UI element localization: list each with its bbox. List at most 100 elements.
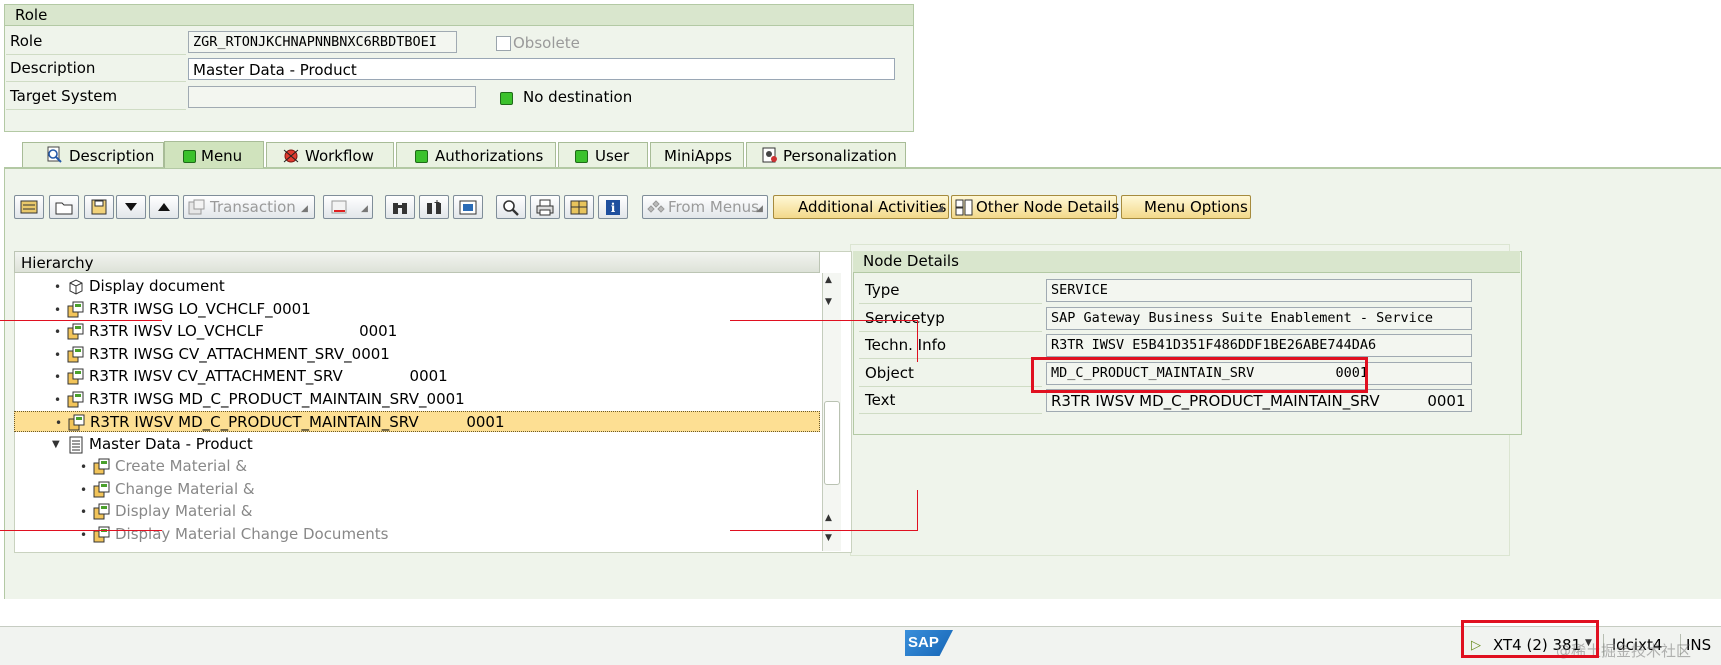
from-menus-button[interactable]: From Menus ◢ [642,195,768,219]
transaction-label: Transaction [210,198,296,216]
from-menus-icon [647,200,665,213]
transaction-icon [188,199,205,215]
transaction-icon [67,346,84,362]
svg-text:i: i [611,201,616,215]
destination-status-icon [500,92,513,105]
tree-item[interactable]: • Create Material & [14,456,820,477]
tree-item-label: Display document [89,277,225,295]
additional-activities-button[interactable]: Additional Activities ◢ [773,195,949,219]
expand-toggle-icon[interactable]: ▼ [52,439,60,450]
toolbar-button-detail[interactable] [453,195,483,219]
toolbar-button-layout[interactable] [564,195,594,219]
detail-view-icon [459,200,477,215]
dropdown-arrow-icon: ◢ [361,204,368,214]
tree-item-label: Display Material & [115,502,253,520]
tab-workflow[interactable]: Workflow [266,142,394,167]
magnifier-doc-icon [47,146,62,163]
folder-icon [55,202,73,215]
tree-bullet: • [54,347,62,362]
destination-status-text: No destination [523,88,633,106]
tab-user[interactable]: User [558,142,648,167]
node-details-icon [955,199,973,216]
toolbar-button-delete[interactable]: ◢ [323,195,373,219]
led-green-icon [575,150,588,163]
scroll-up-icon[interactable]: ▲ [825,275,832,285]
tree-item-label: Create Material & [115,457,248,475]
layout-icon [570,200,588,215]
dropdown-arrow-icon: ◢ [936,204,943,214]
tree-item-label: R3TR IWSV CV_ATTACHMENT_SRV 0001 [89,367,448,385]
dropdown-arrow-icon: ◢ [756,204,763,214]
tree-item-label: R3TR IWSV LO_VCHCLF 0001 [89,322,398,340]
hierarchy-header: Hierarchy [14,251,820,273]
role-group-title: Role [5,5,913,26]
transaction-icon [67,391,84,407]
tab-authorizations[interactable]: Authorizations [396,142,556,167]
obsolete-checkbox[interactable] [496,36,511,51]
tab-personalization[interactable]: Personalization [746,142,906,167]
transaction-icon [67,323,84,340]
tree-item[interactable]: • R3TR IWSV LO_VCHCLF 0001 [14,321,820,342]
tab-label: User [595,147,630,165]
other-node-details-button[interactable]: Other Node Details [951,195,1120,219]
tree-item[interactable]: • Display Material & [14,501,820,522]
tree-item[interactable]: • Change Material & [14,479,820,500]
tree-item-label: R3TR IWSG LO_VCHCLF_0001 [89,299,311,318]
techn-info-label: Techn. Info [859,332,1042,359]
annotation-line [917,490,918,531]
scroll-down-icon[interactable]: ▼ [825,297,832,307]
arrow-down-icon [125,203,137,211]
tree-item[interactable]: • R3TR IWSG LO_VCHCLF_0001 [14,299,820,320]
tab-description[interactable]: Description [22,142,164,167]
toolbar-button-display[interactable] [14,195,44,219]
tree-item[interactable]: • Display Material Change Documents [14,524,820,545]
transaction-button[interactable]: Transaction ◢ [183,195,315,219]
tab-label: Workflow [305,147,374,165]
tree-item-label: Master Data - Product [89,434,253,453]
servicetyp-field: SAP Gateway Business Suite Enablement - … [1046,307,1472,330]
additional-activities-label: Additional Activities [798,198,947,216]
tree-item[interactable]: • R3TR IWSV MD_C_PRODUCT_MAINTAIN_SRV 000… [14,411,820,432]
toolbar-button-find-next[interactable] [419,195,449,219]
led-green-icon [183,150,196,163]
tree-display-icon [20,200,38,214]
tree-folder[interactable]: ▼ Master Data - Product [14,434,820,455]
delete-node-icon [331,200,347,214]
tree-item[interactable]: • R3TR IWSG CV_ATTACHMENT_SRV_0001 [14,344,820,365]
tree-item[interactable]: • R3TR IWSV CV_ATTACHMENT_SRV 0001 [14,366,820,387]
tree-item[interactable]: • R3TR IWSG MD_C_PRODUCT_MAINTAIN_SRV_000… [14,389,820,410]
toolbar-button-move-up[interactable] [149,195,179,219]
scroll-thumb[interactable] [824,401,840,485]
tab-label: Menu [201,147,243,165]
description-field[interactable]: Master Data - Product [188,58,895,80]
menu-options-label: Menu Options [1144,198,1248,216]
tab-miniapps[interactable]: MiniApps [650,142,744,167]
annotation-line [0,530,162,531]
toolbar-button-find[interactable] [385,195,415,219]
scroll-up-icon[interactable]: ▲ [825,513,832,523]
target-system-field[interactable] [188,86,476,108]
toolbar-button-move-down[interactable] [116,195,146,219]
scroll-down-icon[interactable]: ▼ [825,533,832,543]
tree-item[interactable]: • Display document [14,276,820,297]
system-highlight-box [1461,620,1599,658]
toolbar-button-folder[interactable] [49,195,79,219]
type-field: SERVICE [1046,279,1472,302]
transaction-icon [67,368,84,385]
toolbar-button-save[interactable] [84,195,114,219]
toolbar-button-print[interactable] [530,195,560,219]
transaction-icon [93,458,110,475]
target-system-label: Target System [6,84,186,110]
hierarchy-scrollbar[interactable]: ▲ ▼ ▲ ▼ [822,273,841,551]
tree-bullet: • [80,482,88,497]
annotation-line [917,320,918,362]
toolbar-button-info[interactable]: i [598,195,628,219]
tree-item-label: R3TR IWSV MD_C_PRODUCT_MAINTAIN_SRV 0001 [90,413,505,431]
led-red-icon [283,149,299,163]
tree-bullet: • [80,505,88,519]
toolbar-button-zoom[interactable] [496,195,526,219]
tab-menu[interactable]: Menu [164,141,264,168]
role-label: Role [6,29,186,55]
menu-options-button[interactable]: Menu Options [1121,195,1251,219]
other-node-details-label: Other Node Details [976,198,1120,216]
